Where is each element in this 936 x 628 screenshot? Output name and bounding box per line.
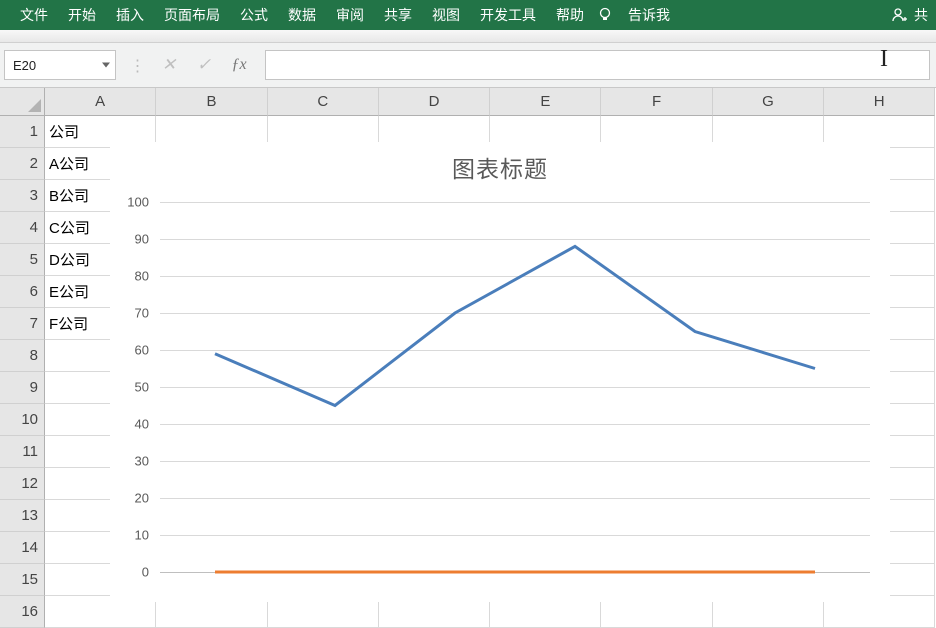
row-header-15[interactable]: 15	[0, 564, 45, 596]
name-box-value[interactable]: E20	[4, 50, 116, 80]
y-tick-label: 60	[135, 343, 149, 358]
formula-controls: ⋮ ✕ ✓ ƒx	[124, 50, 255, 80]
lightbulb-icon[interactable]	[594, 7, 616, 23]
row-header-8[interactable]: 8	[0, 340, 45, 372]
fx-icon[interactable]: ƒx	[223, 50, 255, 80]
y-tick-label: 90	[135, 232, 149, 247]
menu-share[interactable]: 共享	[374, 0, 422, 30]
chart-y-axis: 0102030405060708090100	[110, 202, 155, 572]
row-header-6[interactable]: 6	[0, 276, 45, 308]
menu-layout[interactable]: 页面布局	[154, 0, 230, 30]
col-header-F[interactable]: F	[601, 88, 712, 116]
col-header-E[interactable]: E	[490, 88, 601, 116]
text-cursor-icon: I	[880, 46, 888, 73]
col-header-G[interactable]: G	[713, 88, 824, 116]
y-tick-label: 70	[135, 306, 149, 321]
row-header-1[interactable]: 1	[0, 116, 45, 148]
chart-object[interactable]: 图表标题 0 10 20 30 40 50 60 70 80 90 100	[110, 142, 890, 602]
col-header-B[interactable]: B	[156, 88, 267, 116]
row-header-10[interactable]: 10	[0, 404, 45, 436]
y-tick-label: 10	[135, 528, 149, 543]
chevron-down-icon[interactable]	[102, 63, 110, 68]
formula-bar: E20 ⋮ ✕ ✓ ƒx	[0, 43, 936, 88]
tell-me[interactable]: 告诉我	[618, 0, 680, 30]
ribbon-menu: 文件 开始 插入 页面布局 公式 数据 审阅 共享 视图 开发工具 帮助 告诉我…	[0, 0, 936, 30]
y-tick-label: 50	[135, 380, 149, 395]
y-tick-label: 0	[142, 565, 149, 580]
menu-file[interactable]: 文件	[6, 0, 58, 30]
name-box[interactable]: E20	[4, 50, 116, 80]
menu-data[interactable]: 数据	[278, 0, 326, 30]
cancel-icon: ✕	[153, 50, 185, 80]
col-header-C[interactable]: C	[268, 88, 379, 116]
menu-review[interactable]: 审阅	[326, 0, 374, 30]
row-header-4[interactable]: 4	[0, 212, 45, 244]
chart-title[interactable]: 图表标题	[110, 150, 890, 184]
row-header-5[interactable]: 5	[0, 244, 45, 276]
menu-help[interactable]: 帮助	[546, 0, 594, 30]
chart-plot-area[interactable]	[160, 202, 870, 572]
menu-dev[interactable]: 开发工具	[470, 0, 546, 30]
menu-formula[interactable]: 公式	[230, 0, 278, 30]
y-tick-label: 100	[127, 195, 149, 210]
row-header-12[interactable]: 12	[0, 468, 45, 500]
row-header-11[interactable]: 11	[0, 436, 45, 468]
enter-icon: ✓	[188, 50, 220, 80]
row-header-16[interactable]: 16	[0, 596, 45, 628]
formula-input[interactable]	[265, 50, 930, 80]
ribbon-sub	[0, 30, 936, 43]
menu-share-right[interactable]: 共	[910, 0, 930, 30]
y-tick-label: 80	[135, 269, 149, 284]
y-tick-label: 20	[135, 491, 149, 506]
y-tick-label: 40	[135, 417, 149, 432]
chart-series-0[interactable]	[215, 246, 815, 405]
menu-home[interactable]: 开始	[58, 0, 106, 30]
menu-insert[interactable]: 插入	[106, 0, 154, 30]
select-all-corner[interactable]	[0, 88, 45, 116]
row-header-7[interactable]: 7	[0, 308, 45, 340]
row-header-2[interactable]: 2	[0, 148, 45, 180]
y-tick-label: 30	[135, 454, 149, 469]
row-header-3[interactable]: 3	[0, 180, 45, 212]
row-header-9[interactable]: 9	[0, 372, 45, 404]
col-header-H[interactable]: H	[824, 88, 935, 116]
share-user-icon[interactable]	[888, 6, 910, 24]
menu-view[interactable]: 视图	[422, 0, 470, 30]
row-header-13[interactable]: 13	[0, 500, 45, 532]
col-header-A[interactable]: A	[45, 88, 156, 116]
col-header-D[interactable]: D	[379, 88, 490, 116]
formula-expand-icon[interactable]: ⋮	[124, 54, 150, 76]
row-header-14[interactable]: 14	[0, 532, 45, 564]
